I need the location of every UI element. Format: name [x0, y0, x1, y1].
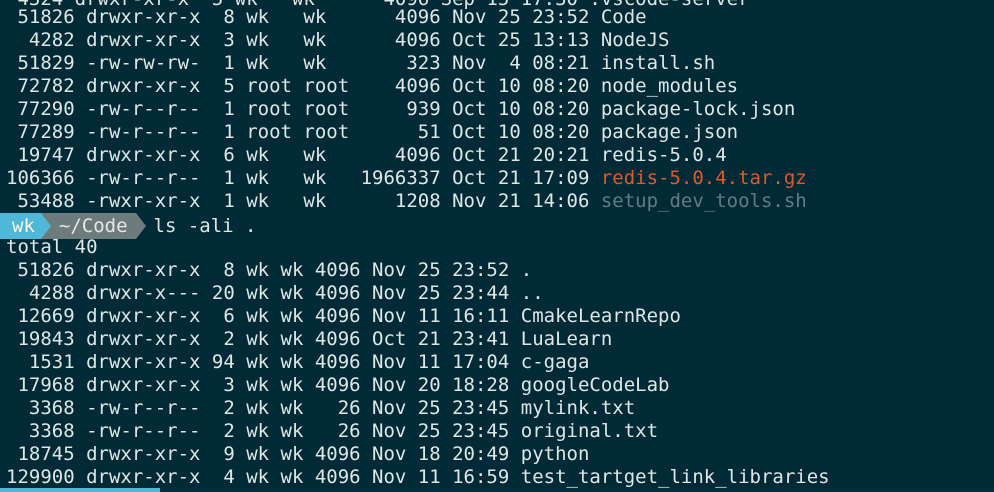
- row-details: 4288 drwxr-x--- 20 wk wk 4096 Nov 25 23:…: [6, 282, 521, 304]
- listing-row: 77290 -rw-r--r-- 1 root root 939 Oct 10 …: [6, 98, 795, 121]
- listing-row: 77289 -rw-r--r-- 1 root root 51 Oct 10 0…: [6, 121, 738, 144]
- row-details: 18745 drwxr-xr-x 9 wk wk 4096 Nov 18 20:…: [6, 443, 521, 465]
- row-filename: CmakeLearnRepo: [520, 305, 681, 327]
- row-details: 3368 -rw-r--r-- 2 wk wk 26 Nov 25 23:45: [6, 420, 521, 442]
- row-filename: googleCodeLab: [520, 374, 670, 396]
- row-details: 51829 -rw-rw-rw- 1 wk wk 323 Nov 4 08:21: [6, 52, 601, 74]
- prompt-separator-icon: [135, 213, 146, 239]
- listing-row: 4288 drwxr-x--- 20 wk wk 4096 Nov 25 23:…: [6, 282, 544, 305]
- row-filename: mylink.txt: [520, 397, 636, 419]
- terminal-window[interactable]: 4324 drwxr-xr-x 5 wk wk 4096 Sep 15 17:3…: [0, 0, 994, 492]
- listing-row: 129900 drwxr-xr-x 4 wk wk 4096 Nov 11 16…: [6, 466, 830, 489]
- row-details: 12669 drwxr-xr-x 6 wk wk 4096 Nov 11 16:…: [6, 305, 521, 327]
- listing-row: 1531 drwxr-xr-x 94 wk wk 4096 Nov 11 17:…: [6, 351, 590, 374]
- row-details: 1531 drwxr-xr-x 94 wk wk 4096 Nov 11 17:…: [6, 351, 521, 373]
- row-details: 77290 -rw-r--r-- 1 root root 939 Oct 10 …: [6, 98, 601, 120]
- row-filename: NodeJS: [600, 29, 670, 51]
- listing-row: 72782 drwxr-xr-x 5 root root 4096 Oct 10…: [6, 75, 738, 98]
- listing-row: 106366 -rw-r--r-- 1 wk wk 1966337 Oct 21…: [6, 167, 807, 190]
- row-filename: install.sh: [600, 52, 716, 74]
- row-filename: package-lock.json: [600, 98, 796, 120]
- row-filename: package.json: [600, 121, 739, 143]
- listing-row: 53488 -rwxr-xr-x 1 wk wk 1208 Nov 21 14:…: [6, 190, 807, 213]
- listing-row: 19843 drwxr-xr-x 2 wk wk 4096 Oct 21 23:…: [6, 328, 612, 351]
- next-prompt-segment: [0, 488, 160, 492]
- row-details: 3368 -rw-r--r-- 2 wk wk 26 Nov 25 23:45: [6, 397, 521, 419]
- row-filename: test_tartget_link_libraries: [520, 466, 830, 488]
- row-details: 51826 drwxr-xr-x 8 wk wk 4096 Nov 25 23:…: [6, 259, 521, 281]
- row-details: 19843 drwxr-xr-x 2 wk wk 4096 Oct 21 23:…: [6, 328, 521, 350]
- row-details: 51826 drwxr-xr-x 8 wk wk 4096 Nov 25 23:…: [6, 6, 601, 28]
- row-details: 17968 drwxr-xr-x 3 wk wk 4096 Nov 20 18:…: [6, 374, 521, 396]
- row-details: 53488 -rwxr-xr-x 1 wk wk 1208 Nov 21 14:…: [6, 190, 601, 212]
- row-filename: .: [520, 259, 533, 281]
- row-filename: original.txt: [520, 420, 659, 442]
- command-text[interactable]: ls -ali .: [146, 213, 257, 239]
- listing-row: 17968 drwxr-xr-x 3 wk wk 4096 Nov 20 18:…: [6, 374, 669, 397]
- row-details: 19747 drwxr-xr-x 6 wk wk 4096 Oct 21 20:…: [6, 144, 601, 166]
- row-details: 77289 -rw-r--r-- 1 root root 51 Oct 10 0…: [6, 121, 601, 143]
- row-details: 106366 -rw-r--r-- 1 wk wk 1966337 Oct 21…: [6, 167, 601, 189]
- row-details: 4282 drwxr-xr-x 3 wk wk 4096 Oct 25 13:1…: [6, 29, 601, 51]
- row-filename: python: [520, 443, 590, 465]
- listing-row: 19747 drwxr-xr-x 6 wk wk 4096 Oct 21 20:…: [6, 144, 727, 167]
- row-filename: LuaLearn: [520, 328, 613, 350]
- next-prompt-strip: [0, 488, 994, 492]
- row-filename: Code: [600, 6, 647, 28]
- total-line: total 40: [6, 236, 98, 258]
- row-filename: redis-5.0.4: [600, 144, 727, 166]
- listing-row: 51826 drwxr-xr-x 8 wk wk 4096 Nov 25 23:…: [6, 259, 532, 282]
- listing-row: 51826 drwxr-xr-x 8 wk wk 4096 Nov 25 23:…: [6, 6, 647, 29]
- listing-row: 3368 -rw-r--r-- 2 wk wk 26 Nov 25 23:45 …: [6, 420, 658, 443]
- row-details: 129900 drwxr-xr-x 4 wk wk 4096 Nov 11 16…: [6, 466, 521, 488]
- row-details: 72782 drwxr-xr-x 5 root root 4096 Oct 10…: [6, 75, 601, 97]
- listing-row: 4282 drwxr-xr-x 3 wk wk 4096 Oct 25 13:1…: [6, 29, 670, 52]
- row-filename: c-gaga: [520, 351, 590, 373]
- listing-row: 12669 drwxr-xr-x 6 wk wk 4096 Nov 11 16:…: [6, 305, 681, 328]
- listing-row: 51829 -rw-rw-rw- 1 wk wk 323 Nov 4 08:21…: [6, 52, 715, 75]
- row-filename: ..: [520, 282, 544, 304]
- row-filename: node_modules: [600, 75, 739, 97]
- listing-row: 18745 drwxr-xr-x 9 wk wk 4096 Nov 18 20:…: [6, 443, 589, 466]
- row-filename-executable: setup_dev_tools.sh: [600, 190, 807, 212]
- row-filename-archive: redis-5.0.4.tar.gz: [600, 167, 807, 189]
- listing-row: 3368 -rw-r--r-- 2 wk wk 26 Nov 25 23:45 …: [6, 397, 635, 420]
